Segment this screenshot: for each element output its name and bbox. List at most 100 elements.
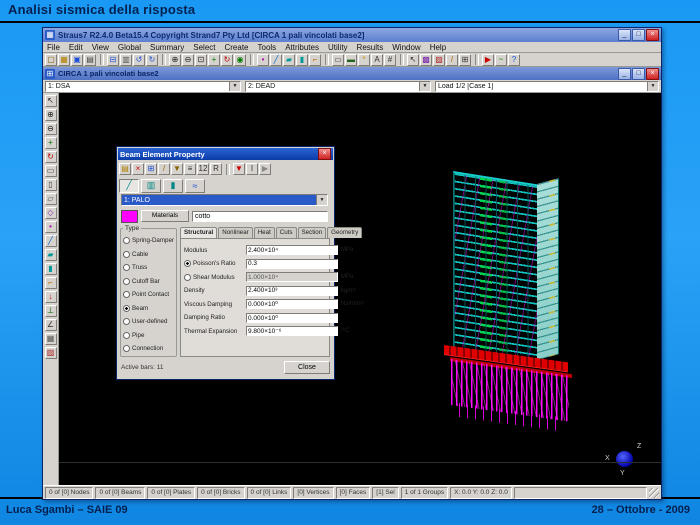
redraw-icon[interactable]: ◉	[234, 54, 246, 66]
print-icon[interactable]: ▤	[84, 54, 96, 66]
dropdown-arrow-icon[interactable]: ▼	[647, 82, 658, 91]
freedom-case-combo[interactable]: 2: DEAD ▼	[245, 81, 431, 92]
close-button[interactable]: ×	[646, 29, 659, 41]
minimize-button[interactable]: _	[618, 29, 631, 41]
copy-icon[interactable]: ⊟	[107, 54, 119, 66]
calculator-icon[interactable]: ⊞	[459, 54, 471, 66]
plate-toggle-icon[interactable]: ▰	[283, 54, 295, 66]
node-toggle-icon[interactable]: •	[257, 54, 269, 66]
labels-icon[interactable]: A	[371, 54, 383, 66]
measure-tool-icon[interactable]: ∠	[45, 319, 57, 331]
new-property-icon[interactable]: ▤	[119, 163, 131, 175]
poissons-ratio-field[interactable]	[246, 259, 338, 269]
damping-ratio-field[interactable]	[246, 313, 338, 323]
ply-type-button[interactable]: ≈	[185, 179, 205, 193]
property-name-field[interactable]	[192, 211, 328, 222]
select-all-icon[interactable]: ▩	[420, 54, 432, 66]
density-field[interactable]	[246, 286, 338, 296]
brick-toggle-icon[interactable]: ▮	[296, 54, 308, 66]
menu-results[interactable]: Results	[357, 43, 384, 52]
link-tool-icon[interactable]: ⌐	[45, 277, 57, 289]
select-arrow-icon[interactable]: ↖	[407, 54, 419, 66]
result-case-combo[interactable]: Load 1/2 [Case 1] ▼	[435, 81, 659, 92]
color-drop-icon[interactable]: ▼	[233, 163, 245, 175]
menu-attributes[interactable]: Attributes	[285, 43, 319, 52]
select-tool-icon[interactable]: ↖	[45, 95, 57, 107]
tab-geometry[interactable]: Geometry	[327, 227, 362, 238]
hide-tool-icon[interactable]: ▨	[45, 347, 57, 359]
resize-grip[interactable]	[649, 488, 659, 498]
pan-icon[interactable]: +	[208, 54, 220, 66]
zoom-in-icon[interactable]: ⊕	[169, 54, 181, 66]
menu-select[interactable]: Select	[193, 43, 215, 52]
undo-icon[interactable]: ↺	[133, 54, 145, 66]
assign-icon[interactable]: ▶	[259, 163, 271, 175]
brick-type-button[interactable]: ▮	[163, 179, 183, 193]
menu-summary[interactable]: Summary	[150, 43, 184, 52]
viscous-damping-field[interactable]	[246, 299, 338, 309]
type-option-spring-damper[interactable]: Spring-Damper	[123, 234, 176, 248]
type-option-pipe[interactable]: Pipe	[123, 329, 176, 343]
menu-utility[interactable]: Utility	[328, 43, 348, 52]
type-option-cutoff-bar[interactable]: Cutoff Bar	[123, 275, 176, 289]
poissons-ratio-radio[interactable]	[184, 260, 191, 267]
dialog-close-action-button[interactable]: Close	[284, 361, 330, 374]
menu-create[interactable]: Create	[224, 43, 248, 52]
solver-icon[interactable]: ▶	[482, 54, 494, 66]
section-shape-icon[interactable]: I	[246, 163, 258, 175]
view-iso-icon[interactable]: ◇	[45, 207, 57, 219]
dropdown-arrow-icon[interactable]: ▼	[419, 82, 430, 91]
zoom-out-tool-icon[interactable]: ⊖	[45, 123, 57, 135]
menu-file[interactable]: File	[47, 43, 60, 52]
canvas-splitter[interactable]	[59, 462, 661, 463]
restraint-tool-icon[interactable]: ⊥	[45, 305, 57, 317]
type-option-user-defined[interactable]: User-defined	[123, 315, 176, 329]
align-icon[interactable]: ≡	[184, 163, 196, 175]
type-option-cable[interactable]: Cable	[123, 248, 176, 262]
node-tool-icon[interactable]: •	[45, 221, 57, 233]
restore-button[interactable]: □	[632, 29, 645, 41]
child-minimize-button[interactable]: _	[618, 68, 631, 80]
modulus-field[interactable]	[246, 245, 338, 255]
dialog-close-button[interactable]: ×	[318, 148, 331, 160]
delete-property-icon[interactable]: ×	[132, 163, 144, 175]
tab-section[interactable]: Section	[298, 227, 327, 238]
open-file-icon[interactable]: ▦	[58, 54, 70, 66]
property-icon[interactable]: /	[446, 54, 458, 66]
view-yz-icon[interactable]: ▯	[45, 179, 57, 191]
new-file-icon[interactable]: ▢	[45, 54, 57, 66]
type-option-connection[interactable]: Connection	[123, 342, 176, 356]
beam-tool-icon[interactable]: ╱	[45, 235, 57, 247]
wireframe-icon[interactable]: ▭	[332, 54, 344, 66]
thermal-expansion-field[interactable]	[246, 326, 338, 336]
child-restore-button[interactable]: □	[632, 68, 645, 80]
tab-heat[interactable]: Heat	[254, 227, 275, 238]
light-icon[interactable]: *	[358, 54, 370, 66]
child-close-button[interactable]: ×	[646, 68, 659, 80]
paste-icon[interactable]: ▥	[120, 54, 132, 66]
property-color-swatch[interactable]	[121, 210, 138, 223]
snap-grid-icon[interactable]: #	[384, 54, 396, 66]
menu-view[interactable]: View	[92, 43, 109, 52]
shear-modulus-radio[interactable]	[184, 274, 191, 281]
plate-tool-icon[interactable]: ▰	[45, 249, 57, 261]
plate-type-button[interactable]: ▥	[141, 179, 161, 193]
edit-property-icon[interactable]: /	[158, 163, 170, 175]
rotate-tool-icon[interactable]: ↻	[45, 151, 57, 163]
tab-nonlinear[interactable]: Nonlinear	[218, 227, 252, 238]
materials-button[interactable]: Materials	[141, 210, 189, 222]
property-select-combo[interactable]: 1: PALO ▼	[121, 194, 328, 206]
menu-help[interactable]: Help	[430, 43, 446, 52]
sort-icon[interactable]: R	[210, 163, 222, 175]
view-zx-icon[interactable]: ▱	[45, 193, 57, 205]
help-icon[interactable]: ?	[508, 54, 520, 66]
zoom-window-icon[interactable]: ⊡	[195, 54, 207, 66]
type-option-truss[interactable]: Truss	[123, 261, 176, 275]
grid-tool-icon[interactable]: ▦	[45, 333, 57, 345]
menu-global[interactable]: Global	[118, 43, 141, 52]
load-tool-icon[interactable]: ↓	[45, 291, 57, 303]
type-option-beam[interactable]: Beam	[123, 302, 176, 316]
redo-icon[interactable]: ↻	[146, 54, 158, 66]
brick-tool-icon[interactable]: ▮	[45, 263, 57, 275]
view-xy-icon[interactable]: ▭	[45, 165, 57, 177]
